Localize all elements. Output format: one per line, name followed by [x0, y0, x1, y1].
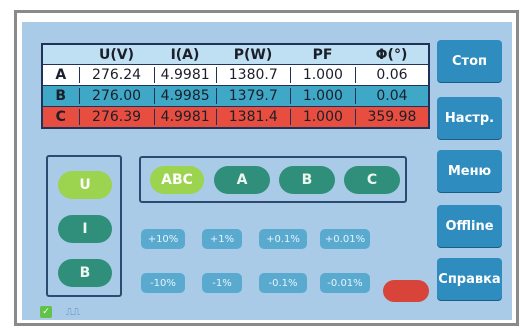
phase-angle-value: 359.98 — [367, 109, 417, 125]
power-factor-value: 1.000 — [291, 109, 356, 125]
phase-a-button[interactable]: A — [214, 166, 270, 194]
step-plus-0-01-button[interactable]: +0.01% — [320, 229, 370, 249]
signal-waveform-icon: ⎍⎍ — [66, 306, 80, 318]
settings-button[interactable]: Настр. — [437, 97, 502, 139]
step-minus-1-button[interactable]: -1% — [202, 273, 242, 293]
power-value: 1380.7 — [217, 67, 291, 83]
step-plus-1-button[interactable]: +1% — [202, 229, 242, 249]
phase-angle-value: 0.04 — [376, 88, 408, 104]
phase-label: C — [43, 109, 80, 125]
current-value: 4.9981 — [155, 109, 217, 125]
voltage-value: 276.39 — [80, 109, 155, 125]
table-row-phase-c: C 276.39 4.9981 1381.4 1.000 359.98 — [43, 106, 428, 127]
header-voltage: U(V) — [99, 46, 134, 63]
table-header-row: U(V) I(A) P(W) PF Φ(°) — [43, 45, 428, 64]
header-phase-angle: Φ(°) — [375, 46, 408, 63]
step-plus-0-1-button[interactable]: +0.1% — [259, 229, 307, 249]
power-value: 1379.7 — [217, 88, 291, 104]
step-minus-0-1-button[interactable]: -0.1% — [259, 273, 307, 293]
phase-b-button[interactable]: B — [279, 166, 335, 194]
step-plus-10-button[interactable]: +10% — [141, 229, 185, 249]
help-button[interactable]: Справка — [437, 258, 502, 300]
phase-angle-value: 0.06 — [376, 67, 408, 83]
phase-label: B — [43, 88, 80, 104]
voltage-value: 276.24 — [80, 67, 155, 83]
third-quantity-select-button[interactable]: B — [58, 259, 112, 287]
phase-label: A — [43, 67, 80, 83]
offline-button[interactable]: Offline — [437, 205, 502, 247]
current-select-button[interactable]: I — [58, 215, 112, 243]
header-current: I(A) — [170, 46, 200, 63]
header-power: P(W) — [233, 46, 273, 63]
current-value: 4.9981 — [155, 67, 217, 83]
current-value: 4.9985 — [155, 88, 217, 104]
power-factor-value: 1.000 — [291, 88, 356, 104]
phase-c-button[interactable]: C — [344, 166, 400, 194]
power-value: 1381.4 — [217, 109, 291, 125]
menu-button[interactable]: Меню — [437, 150, 502, 192]
step-minus-10-button[interactable]: -10% — [141, 273, 185, 293]
status-bar: ✓ ⎍⎍ — [40, 305, 480, 319]
voltage-value: 276.00 — [80, 88, 155, 104]
power-factor-value: 1.000 — [291, 67, 356, 83]
step-minus-0-01-button[interactable]: -0.01% — [320, 273, 370, 293]
voltage-select-button[interactable]: U — [58, 171, 112, 199]
table-row-phase-b: B 276.00 4.9985 1379.7 1.000 0.04 — [43, 85, 428, 106]
table-row-phase-a: A 276.24 4.9981 1380.7 1.000 0.06 — [43, 64, 428, 85]
stop-button[interactable]: Стоп — [437, 40, 502, 82]
phase-abc-button[interactable]: ABC — [150, 166, 204, 194]
measurement-table: U(V) I(A) P(W) PF Φ(°) A 276.24 4.9981 1… — [41, 43, 430, 129]
output-toggle-button[interactable] — [383, 280, 429, 302]
header-power-factor: PF — [312, 46, 333, 63]
status-ok-icon: ✓ — [40, 306, 52, 318]
